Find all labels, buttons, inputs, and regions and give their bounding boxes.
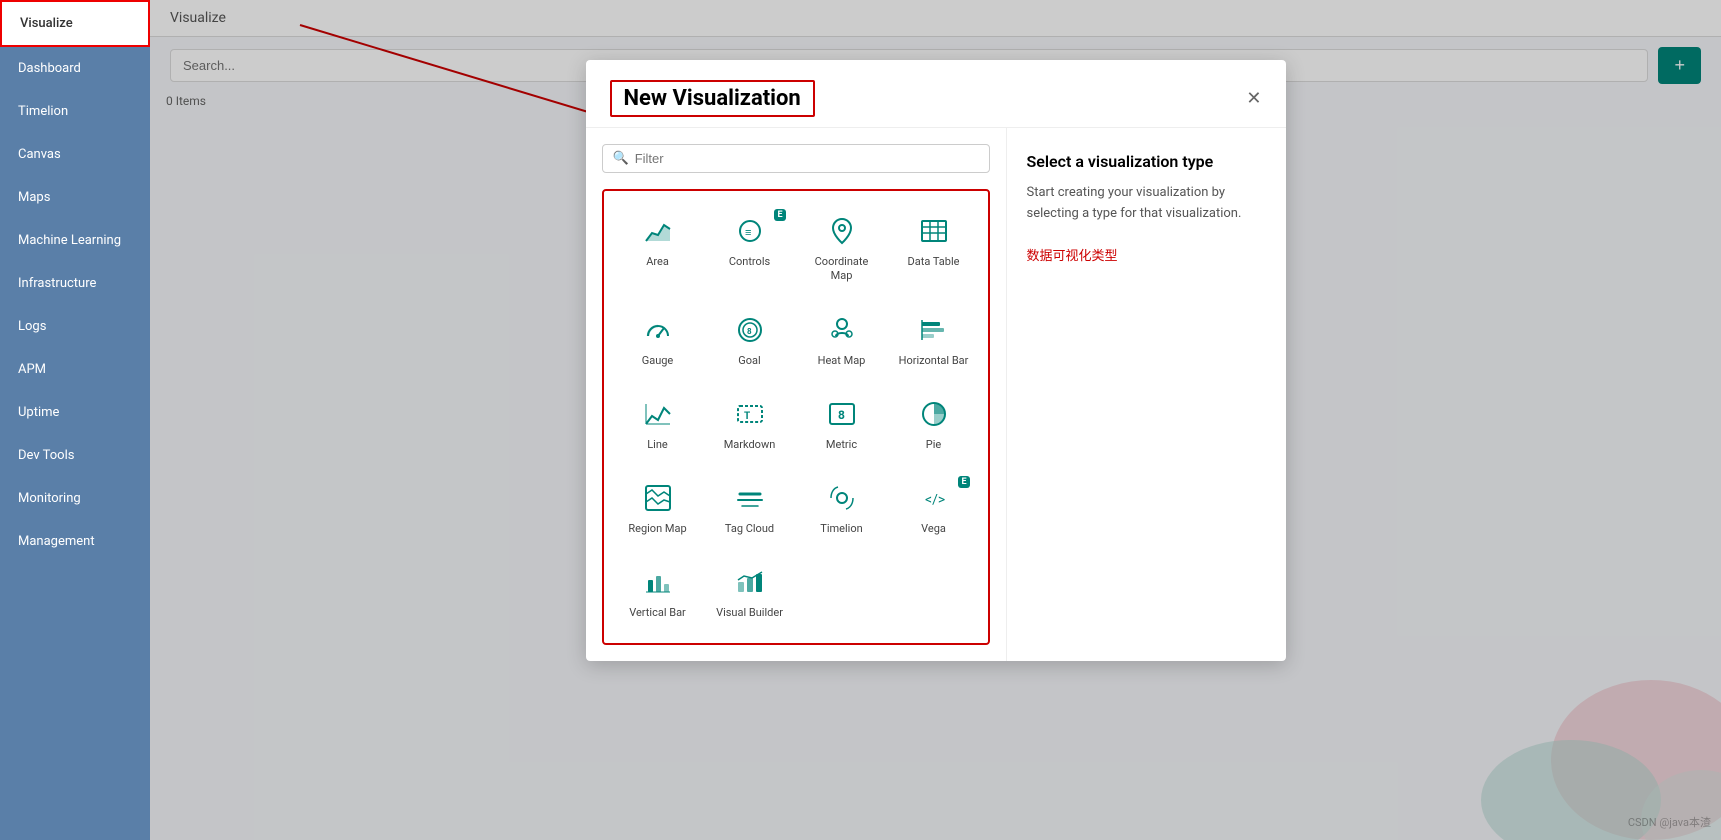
- viz-item-vega[interactable]: E </> Vega: [890, 468, 978, 548]
- viz-item-coordinate-map[interactable]: CoordinateMap: [798, 201, 886, 296]
- visual-builder-icon: [732, 564, 768, 600]
- viz-item-vertical-bar[interactable]: Vertical Bar: [614, 552, 702, 632]
- sidebar-item-visualize[interactable]: Visualize: [0, 0, 150, 47]
- vertical-bar-icon: [640, 564, 676, 600]
- viz-item-heat-map[interactable]: Heat Map: [798, 300, 886, 380]
- viz-line-label: Line: [647, 438, 668, 452]
- sidebar-item-canvas[interactable]: Canvas: [0, 133, 150, 176]
- filter-search-icon: 🔍: [613, 151, 629, 166]
- description-panel: Select a visualization type Start creati…: [1006, 128, 1286, 661]
- visualization-type-panel: 🔍: [586, 128, 1006, 661]
- sidebar-item-apm[interactable]: APM: [0, 348, 150, 391]
- svg-text:8: 8: [747, 327, 752, 336]
- viz-grid: Area E ≡: [614, 201, 978, 633]
- viz-coordinate-map-label: CoordinateMap: [815, 255, 869, 284]
- watermark: CSDN @java本渣: [1628, 814, 1711, 830]
- sidebar-item-ml[interactable]: Machine Learning: [0, 219, 150, 262]
- sidebar: Visualize Dashboard Timelion Canvas Maps…: [0, 0, 150, 840]
- svg-text:T: T: [744, 411, 750, 422]
- viz-metric-label: Metric: [826, 438, 857, 452]
- viz-data-table-label: Data Table: [908, 255, 960, 269]
- sidebar-item-monitoring[interactable]: Monitoring: [0, 477, 150, 520]
- sidebar-item-maps[interactable]: Maps: [0, 176, 150, 219]
- viz-vega-label: Vega: [921, 522, 946, 536]
- region-map-icon: [640, 480, 676, 516]
- viz-timelion-label: Timelion: [820, 522, 862, 536]
- viz-item-visual-builder[interactable]: Visual Builder: [706, 552, 794, 632]
- modal-header: New Visualization ✕: [586, 60, 1286, 128]
- svg-text:≡: ≡: [745, 226, 751, 239]
- heat-map-icon: [824, 312, 860, 348]
- viz-markdown-label: Markdown: [724, 438, 776, 452]
- svg-text:</>: </>: [925, 492, 945, 508]
- viz-pie-label: Pie: [926, 438, 941, 452]
- markdown-icon: T: [732, 396, 768, 432]
- modal-body: 🔍: [586, 128, 1286, 661]
- viz-item-horizontal-bar[interactable]: Horizontal Bar: [890, 300, 978, 380]
- controls-badge: E: [774, 209, 785, 221]
- modal-close-button[interactable]: ✕: [1246, 88, 1261, 109]
- description-text: Start creating your visualization by sel…: [1027, 183, 1266, 225]
- viz-item-tag-cloud[interactable]: Tag Cloud: [706, 468, 794, 548]
- sidebar-item-timelion[interactable]: Timelion: [0, 90, 150, 133]
- vega-icon: </>: [916, 480, 952, 516]
- viz-item-data-table[interactable]: Data Table: [890, 201, 978, 296]
- viz-item-timelion[interactable]: Timelion: [798, 468, 886, 548]
- timelion-icon: [824, 480, 860, 516]
- viz-controls-label: Controls: [729, 255, 770, 269]
- viz-item-area[interactable]: Area: [614, 201, 702, 296]
- pie-icon: [916, 396, 952, 432]
- sidebar-item-infrastructure[interactable]: Infrastructure: [0, 262, 150, 305]
- gauge-icon: [640, 312, 676, 348]
- line-icon: [640, 396, 676, 432]
- data-table-icon: [916, 213, 952, 249]
- area-icon: [640, 213, 676, 249]
- viz-item-markdown[interactable]: T Markdown: [706, 384, 794, 464]
- annotation-chinese: 数据可视化类型: [1027, 245, 1266, 264]
- sidebar-item-logs[interactable]: Logs: [0, 305, 150, 348]
- coordinate-map-icon: [824, 213, 860, 249]
- viz-item-controls[interactable]: E ≡ Controls: [706, 201, 794, 296]
- viz-horizontal-bar-label: Horizontal Bar: [899, 354, 969, 368]
- viz-area-label: Area: [646, 255, 669, 269]
- metric-icon: 8: [824, 396, 860, 432]
- description-title: Select a visualization type: [1027, 152, 1266, 171]
- svg-text:8: 8: [838, 408, 845, 422]
- new-visualization-modal: New Visualization ✕ 🔍: [586, 60, 1286, 661]
- main-content: Visualize + 0 Items New Visualization ✕: [150, 0, 1721, 840]
- viz-item-line[interactable]: Line: [614, 384, 702, 464]
- viz-gauge-label: Gauge: [642, 354, 674, 368]
- viz-item-gauge[interactable]: Gauge: [614, 300, 702, 380]
- sidebar-item-uptime[interactable]: Uptime: [0, 391, 150, 434]
- sidebar-item-dashboard[interactable]: Dashboard: [0, 47, 150, 90]
- filter-box: 🔍: [602, 144, 990, 173]
- horizontal-bar-icon: [916, 312, 952, 348]
- modal-overlay: New Visualization ✕ 🔍: [150, 0, 1721, 840]
- viz-item-region-map[interactable]: Region Map: [614, 468, 702, 548]
- viz-item-goal[interactable]: 8 Goal: [706, 300, 794, 380]
- sidebar-item-management[interactable]: Management: [0, 520, 150, 563]
- modal-title: New Visualization: [610, 80, 815, 117]
- viz-item-pie[interactable]: Pie: [890, 384, 978, 464]
- vega-badge: E: [958, 476, 969, 488]
- viz-vertical-bar-label: Vertical Bar: [629, 606, 686, 620]
- viz-visual-builder-label: Visual Builder: [716, 606, 783, 620]
- viz-tag-cloud-label: Tag Cloud: [725, 522, 774, 536]
- sidebar-item-devtools[interactable]: Dev Tools: [0, 434, 150, 477]
- filter-input[interactable]: [635, 151, 979, 166]
- viz-heat-map-label: Heat Map: [818, 354, 866, 368]
- viz-region-map-label: Region Map: [628, 522, 686, 536]
- controls-icon: ≡: [732, 213, 768, 249]
- viz-goal-label: Goal: [738, 354, 760, 368]
- goal-icon: 8: [732, 312, 768, 348]
- viz-item-metric[interactable]: 8 Metric: [798, 384, 886, 464]
- viz-grid-wrapper: Area E ≡: [602, 189, 990, 645]
- tag-cloud-icon: [732, 480, 768, 516]
